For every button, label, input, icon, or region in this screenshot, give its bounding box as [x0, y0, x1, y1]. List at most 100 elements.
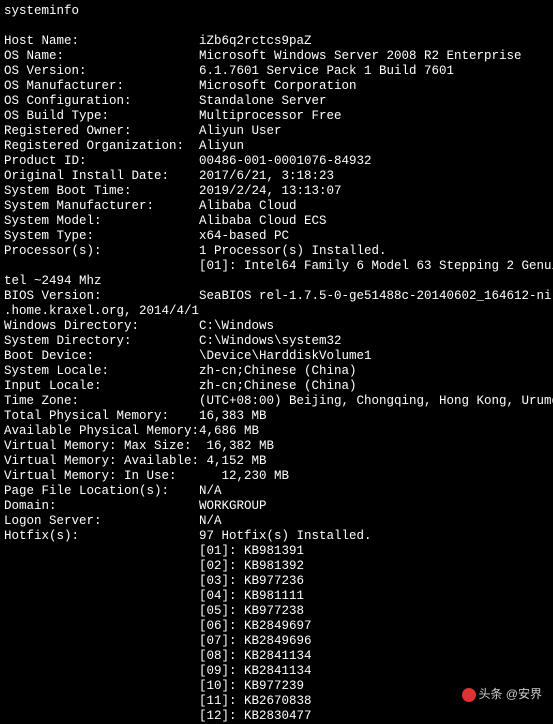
info-value: 4,152 MB [199, 454, 267, 469]
info-label: OS Version: [4, 64, 199, 79]
info-row: System Manufacturer:Alibaba Cloud [4, 199, 549, 214]
bios-wrap: .home.kraxel.org, 2014/4/1 [4, 304, 549, 319]
info-label: Windows Directory: [4, 319, 199, 334]
bios-row: BIOS Version: SeaBIOS rel-1.7.5-0-ge5148… [4, 289, 549, 304]
info-label: Available Physical Memory: [4, 424, 199, 439]
hotfix-entry: [02]: KB981392 [4, 559, 549, 574]
info-row: Input Locale:zh-cn;Chinese (China) [4, 379, 549, 394]
info-value: 4,686 MB [199, 424, 259, 439]
info-label: Hotfix(s): [4, 529, 199, 544]
hotfix-entry: [08]: KB2841134 [4, 649, 549, 664]
tel-line: tel ~2494 Mhz [4, 274, 549, 289]
info-row: System Boot Time:2019/2/24, 13:13:07 [4, 184, 549, 199]
hotfix-entry: [09]: KB2841134 [4, 664, 549, 679]
info-row: OS Version:6.1.7601 Service Pack 1 Build… [4, 64, 549, 79]
hotfix-entry: [01]: KB981391 [4, 544, 549, 559]
info-value: 16,383 MB [199, 409, 267, 424]
info-value: Microsoft Windows Server 2008 R2 Enterpr… [199, 49, 522, 64]
bios-label: BIOS Version: [4, 289, 199, 304]
info-label: Virtual Memory: Max Size: [4, 439, 199, 454]
info-value: 1 Processor(s) Installed. [199, 244, 387, 259]
info-row: Original Install Date:2017/6/21, 3:18:23 [4, 169, 549, 184]
info-row: System Locale:zh-cn;Chinese (China) [4, 364, 549, 379]
bios-value: SeaBIOS rel-1.7.5-0-ge51488c-20140602_16… [199, 289, 553, 304]
info-row: Virtual Memory: Max Size: 16,382 MB [4, 439, 549, 454]
info-label: System Directory: [4, 334, 199, 349]
processor-detail: [01]: Intel64 Family 6 Model 63 Stepping… [4, 259, 549, 274]
command-line: systeminfo [4, 4, 549, 19]
info-label: Time Zone: [4, 394, 199, 409]
info-label: Host Name: [4, 34, 199, 49]
info-label: OS Manufacturer: [4, 79, 199, 94]
info-value: 2017/6/21, 3:18:23 [199, 169, 334, 184]
info-row: Boot Device:\Device\HarddiskVolume1 [4, 349, 549, 364]
info-label: Processor(s): [4, 244, 199, 259]
hotfix-entry: [12]: KB2830477 [4, 709, 549, 724]
info-row: Page File Location(s):N/A [4, 484, 549, 499]
info-value: 12,230 MB [199, 469, 289, 484]
info-row: OS Configuration:Standalone Server [4, 94, 549, 109]
info-value: C:\Windows\system32 [199, 334, 342, 349]
info-label: OS Name: [4, 49, 199, 64]
info-value: WORKGROUP [199, 499, 267, 514]
info-label: Input Locale: [4, 379, 199, 394]
info-value: 6.1.7601 Service Pack 1 Build 7601 [199, 64, 454, 79]
info-value: x64-based PC [199, 229, 289, 244]
info-label: Total Physical Memory: [4, 409, 199, 424]
info-label: Virtual Memory: In Use: [4, 469, 199, 484]
info-value: Alibaba Cloud [199, 199, 297, 214]
info-row: Registered Organization:Aliyun [4, 139, 549, 154]
hotfix-entry: [05]: KB977238 [4, 604, 549, 619]
info-label: System Manufacturer: [4, 199, 199, 214]
info-label: Original Install Date: [4, 169, 199, 184]
hotfix-entry: [07]: KB2849696 [4, 634, 549, 649]
info-row: System Type:x64-based PC [4, 229, 549, 244]
info-label: System Locale: [4, 364, 199, 379]
info-row: OS Manufacturer:Microsoft Corporation [4, 79, 549, 94]
info-row: OS Build Type:Multiprocessor Free [4, 109, 549, 124]
info-row: Available Physical Memory:4,686 MB [4, 424, 549, 439]
info-label: Virtual Memory: Available: [4, 454, 199, 469]
info-value: N/A [199, 514, 222, 529]
info-row: Domain:WORKGROUP [4, 499, 549, 514]
info-value: N/A [199, 484, 222, 499]
watermark: 头条 @安界 [459, 686, 545, 703]
info-label: System Model: [4, 214, 199, 229]
info-value: Aliyun User [199, 124, 282, 139]
info-row: Virtual Memory: Available: 4,152 MB [4, 454, 549, 469]
info-row: Product ID:00486-001-0001076-84932 [4, 154, 549, 169]
info-value: Aliyun [199, 139, 244, 154]
info-value: 00486-001-0001076-84932 [199, 154, 372, 169]
info-row: System Directory:C:\Windows\system32 [4, 334, 549, 349]
info-row: Logon Server:N/A [4, 514, 549, 529]
info-value: zh-cn;Chinese (China) [199, 364, 357, 379]
info-row: Windows Directory:C:\Windows [4, 319, 549, 334]
info-row: Time Zone:(UTC+08:00) Beijing, Chongqing… [4, 394, 549, 409]
info-label: Page File Location(s): [4, 484, 199, 499]
info-value: (UTC+08:00) Beijing, Chongqing, Hong Kon… [199, 394, 553, 409]
info-label: Registered Owner: [4, 124, 199, 139]
info-value: 16,382 MB [199, 439, 274, 454]
info-value: Multiprocessor Free [199, 109, 342, 124]
info-value: Alibaba Cloud ECS [199, 214, 327, 229]
info-value: Standalone Server [199, 94, 327, 109]
info-label: Registered Organization: [4, 139, 199, 154]
info-row: Host Name:iZb6q2rctcs9paZ [4, 34, 549, 49]
info-value: \Device\HarddiskVolume1 [199, 349, 372, 364]
watermark-avatar-icon [462, 688, 476, 702]
info-label: System Type: [4, 229, 199, 244]
info-row: Processor(s):1 Processor(s) Installed. [4, 244, 549, 259]
info-row: System Model:Alibaba Cloud ECS [4, 214, 549, 229]
hotfix-entry: [06]: KB2849697 [4, 619, 549, 634]
info-value: 2019/2/24, 13:13:07 [199, 184, 342, 199]
info-row: Total Physical Memory:16,383 MB [4, 409, 549, 424]
hotfix-entry: [04]: KB981111 [4, 589, 549, 604]
hotfix-entry: [03]: KB977236 [4, 574, 549, 589]
systeminfo-output-block2: Windows Directory:C:\WindowsSystem Direc… [4, 319, 549, 544]
info-label: System Boot Time: [4, 184, 199, 199]
info-row: Virtual Memory: In Use: 12,230 MB [4, 469, 549, 484]
info-label: Domain: [4, 499, 199, 514]
info-value: iZb6q2rctcs9paZ [199, 34, 312, 49]
info-row: Registered Owner:Aliyun User [4, 124, 549, 139]
info-row: Hotfix(s):97 Hotfix(s) Installed. [4, 529, 549, 544]
